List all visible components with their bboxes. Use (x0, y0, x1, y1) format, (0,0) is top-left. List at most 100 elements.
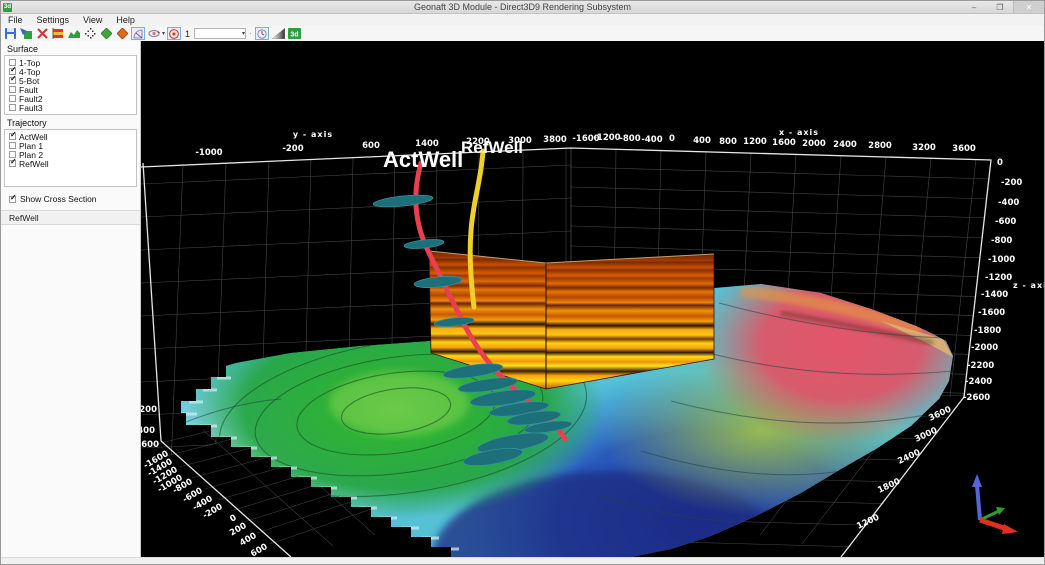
svg-text:3600: 3600 (952, 144, 976, 154)
delete-icon[interactable] (35, 27, 49, 40)
svg-text:-200: -200 (1001, 178, 1022, 188)
svg-text:-1000: -1000 (988, 255, 1015, 265)
svg-text:-400: -400 (998, 198, 1019, 208)
svg-text:3800: 3800 (543, 135, 567, 145)
viewport-3d[interactable]: ActWell RefWell -1000 -200 600 1400 2200… (141, 41, 1045, 557)
chart-icon[interactable] (67, 27, 81, 40)
checkbox[interactable]: ✓ (9, 133, 16, 140)
svg-text:-1000: -1000 (195, 148, 222, 158)
svg-text:0: 0 (228, 513, 238, 525)
svg-text:2000: 2000 (802, 139, 826, 149)
svg-text:3d: 3d (290, 32, 298, 39)
checkbox[interactable]: ✓ (9, 77, 16, 84)
checkbox[interactable] (9, 95, 16, 102)
close-button[interactable]: ✕ (1013, 1, 1044, 13)
svg-text:2400: 2400 (833, 140, 857, 150)
cross-section-well-field[interactable]: RefWell (1, 210, 140, 225)
surface-list[interactable]: 1-Top ✓4-Top ✓5-Bot Fault Fault2 Fault3 (4, 55, 137, 115)
x-axis-bottom-left-ticks: -1600 -1400 -1200 -1000 -800 -600 -400 -… (142, 449, 270, 557)
svg-text:-1400: -1400 (981, 290, 1008, 300)
svg-text:-800: -800 (619, 134, 640, 144)
svg-text:-2200: -2200 (967, 361, 994, 371)
orientation-gizmo (972, 474, 1018, 534)
minimize-button[interactable]: – (961, 1, 987, 13)
svg-text:3200: 3200 (912, 143, 936, 153)
x-axis-title: x - axis (779, 128, 819, 137)
svg-text:-2600: -2600 (963, 393, 990, 403)
svg-text:-2200: -2200 (141, 405, 157, 415)
z-axis-right-ticks: 0 -200 -400 -600 -800 -1000 -1200 -1400 … (963, 158, 1045, 403)
diamond-green-icon[interactable] (99, 27, 113, 40)
scene-3d: ActWell RefWell -1000 -200 600 1400 2200… (141, 41, 1045, 557)
actwell-label: ActWell (383, 147, 463, 172)
svg-text:2200: 2200 (466, 137, 490, 147)
svg-text:0: 0 (997, 158, 1003, 168)
flag-icon[interactable] (51, 27, 65, 40)
sidebar: Surface 1-Top ✓4-Top ✓5-Bot Fault Fault2… (1, 41, 141, 557)
toolbar-separator: · (248, 29, 253, 38)
menu-file[interactable]: File (1, 15, 30, 25)
rotate-caret-icon[interactable]: ▾ (162, 30, 165, 37)
cube3d-icon[interactable]: 3d (287, 27, 301, 40)
checkbox[interactable] (9, 86, 16, 93)
checkbox[interactable] (9, 104, 16, 111)
combo-caret-icon: ▾ (242, 30, 245, 37)
svg-text:1600: 1600 (772, 138, 796, 148)
svg-text:1200: 1200 (743, 137, 767, 147)
svg-text:-1800: -1800 (974, 326, 1001, 336)
svg-text:-400: -400 (641, 135, 662, 145)
title-bar: 3d Geonaft 3D Module - Direct3D9 Renderi… (1, 1, 1044, 14)
menu-help[interactable]: Help (109, 15, 142, 25)
svg-text:-1200: -1200 (593, 133, 620, 143)
restore-button[interactable]: ❐ (987, 1, 1013, 13)
scale-value: 1 (185, 29, 190, 39)
svg-text:0: 0 (669, 134, 675, 144)
import-icon[interactable] (19, 27, 33, 40)
rotate-icon[interactable] (147, 27, 161, 40)
svg-text:-2000: -2000 (971, 343, 998, 353)
svg-text:800: 800 (719, 137, 737, 147)
menu-settings[interactable]: Settings (30, 15, 77, 25)
svg-text:-1200: -1200 (985, 273, 1012, 283)
menu-bar: File Settings View Help (1, 14, 1044, 26)
y-axis-title: y - axis (293, 130, 333, 139)
compass-icon[interactable] (167, 27, 181, 40)
window-title: Geonaft 3D Module - Direct3D9 Rendering … (1, 2, 1044, 12)
z-axis-title: z - axis (1013, 281, 1045, 290)
svg-text:1800: 1800 (876, 477, 902, 496)
show-cross-section[interactable]: ✓ Show Cross Section (9, 194, 140, 204)
checkbox[interactable]: ✓ (9, 160, 16, 167)
svg-text:1400: 1400 (415, 139, 439, 149)
svg-text:2800: 2800 (868, 141, 892, 151)
svg-text:-2600: -2600 (141, 440, 159, 450)
svg-text:-200: -200 (282, 144, 303, 154)
status-bar (1, 557, 1044, 565)
z-axis-left-ticks: -2200 -2400 -2600 (141, 405, 159, 450)
checkbox[interactable] (9, 142, 16, 149)
gradient-icon[interactable] (271, 27, 285, 40)
trajectory-item[interactable]: ✓RefWell (5, 159, 136, 168)
svg-text:3000: 3000 (913, 426, 939, 445)
clock-icon[interactable] (255, 27, 269, 40)
svg-text:2400: 2400 (896, 448, 922, 467)
surface-item[interactable]: Fault3 (5, 103, 136, 112)
svg-text:-2400: -2400 (141, 426, 155, 436)
diamond-orange-icon[interactable] (115, 27, 129, 40)
pan-icon[interactable] (83, 27, 97, 40)
svg-text:-600: -600 (995, 217, 1016, 227)
svg-text:400: 400 (693, 136, 711, 146)
trajectory-group-label: Trajectory (7, 118, 140, 128)
svg-text:3600: 3600 (927, 405, 953, 424)
svg-text:1200: 1200 (855, 513, 881, 532)
trajectory-list[interactable]: ✓ActWell Plan 1 Plan 2 ✓RefWell (4, 129, 137, 187)
protractor-icon[interactable] (131, 27, 145, 40)
checkbox[interactable]: ✓ (9, 196, 16, 203)
svg-text:600: 600 (362, 141, 380, 151)
svg-text:3000: 3000 (508, 136, 532, 146)
svg-text:-1600: -1600 (978, 308, 1005, 318)
scale-combobox[interactable]: ▾ (194, 28, 246, 39)
save-icon[interactable] (3, 27, 17, 40)
menu-view[interactable]: View (76, 15, 109, 25)
svg-text:-800: -800 (991, 236, 1012, 246)
svg-text:-2400: -2400 (965, 377, 992, 387)
